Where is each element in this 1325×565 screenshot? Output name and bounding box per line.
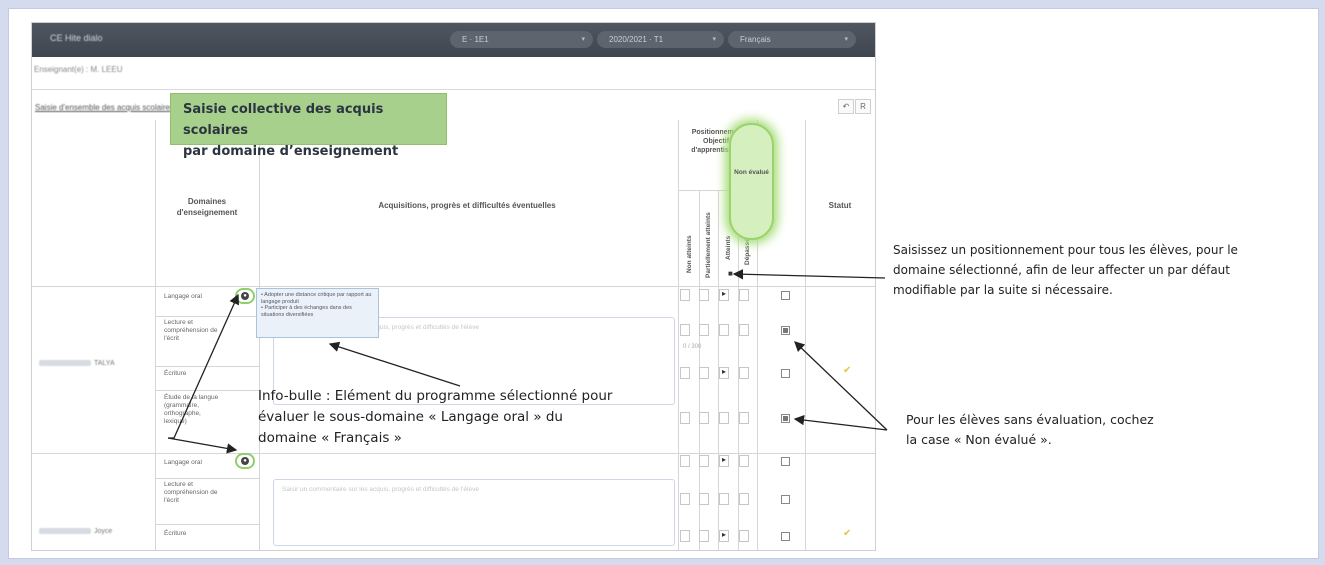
annotation-arrows xyxy=(167,269,888,454)
arrow-pill-2 xyxy=(167,437,238,454)
arrow-to-non-evalue-1 xyxy=(794,341,888,431)
arrow-infobulle xyxy=(328,341,461,387)
arrow-pill-1 xyxy=(168,293,240,439)
arrow-to-non-evalue-2 xyxy=(793,414,888,431)
arrow-to-positionnement xyxy=(732,269,886,280)
